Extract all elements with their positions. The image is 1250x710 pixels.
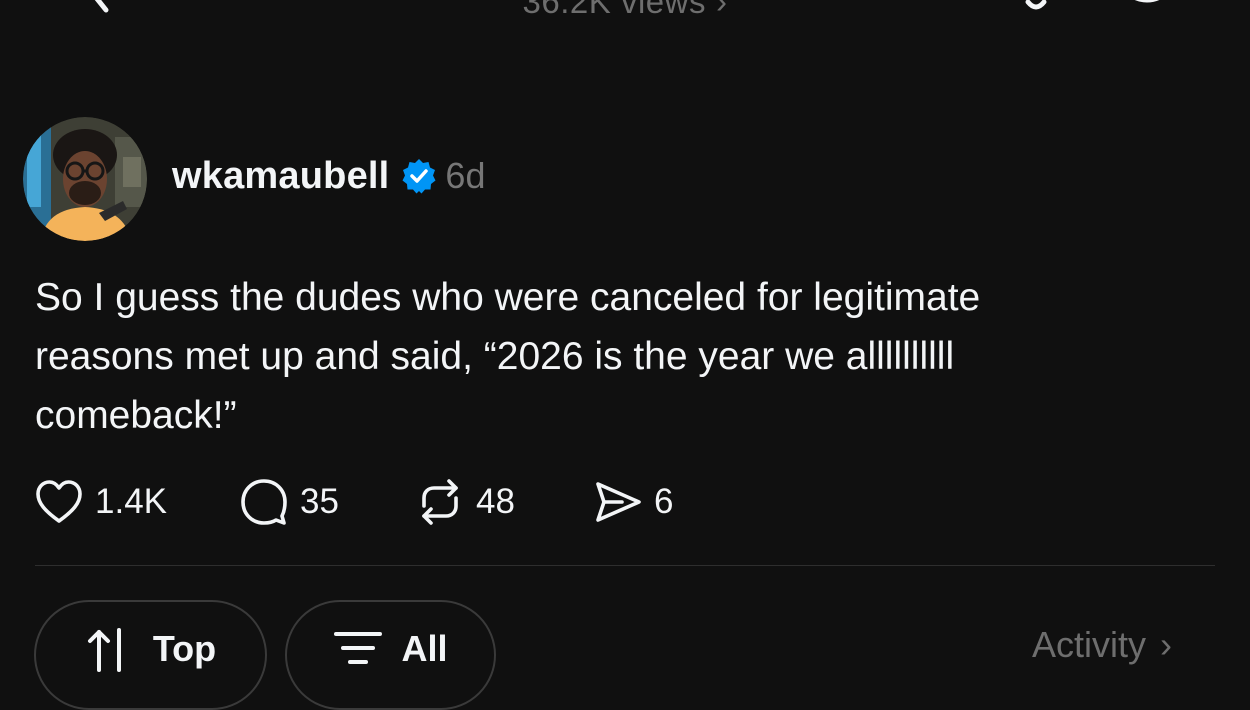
activity-chevron-icon: › xyxy=(1160,624,1173,665)
like-count: 1.4K xyxy=(95,482,167,521)
avatar-photo xyxy=(23,117,147,241)
comment-icon xyxy=(241,479,287,525)
views-label: 36.2K views xyxy=(522,0,706,20)
filter-all-button[interactable]: All xyxy=(285,600,496,710)
like-button[interactable]: 1.4K xyxy=(33,474,167,530)
verified-badge-icon xyxy=(402,159,436,194)
filter-all-label: All xyxy=(401,628,448,669)
notification-bell-icon[interactable] xyxy=(1004,0,1068,18)
repost-icon xyxy=(422,479,458,525)
repost-count: 48 xyxy=(476,482,515,521)
reply-button[interactable]: 35 xyxy=(238,474,339,530)
username[interactable]: wkamaubell xyxy=(172,155,389,198)
sort-top-label: Top xyxy=(152,628,217,669)
repost-button[interactable]: 48 xyxy=(414,474,515,530)
share-button[interactable]: 6 xyxy=(592,474,673,530)
activity-link[interactable]: Activity › xyxy=(1032,624,1172,666)
share-count: 6 xyxy=(654,482,674,521)
post-text: So I guess the dudes who were canceled f… xyxy=(35,276,981,437)
reply-count: 35 xyxy=(300,482,339,521)
heart-icon xyxy=(36,480,82,523)
sort-top-button[interactable]: Top xyxy=(34,600,267,710)
post-time: 6d xyxy=(445,155,486,196)
author-row: wkamaubell 6d xyxy=(172,150,485,202)
sort-arrows-icon xyxy=(87,628,121,672)
views-chevron-icon: › xyxy=(715,0,728,20)
more-options-icon[interactable] xyxy=(1112,0,1182,16)
divider xyxy=(35,565,1215,566)
avatar[interactable] xyxy=(23,117,147,241)
send-icon xyxy=(596,482,641,522)
filter-lines-icon xyxy=(334,632,383,664)
activity-label: Activity xyxy=(1032,624,1147,665)
